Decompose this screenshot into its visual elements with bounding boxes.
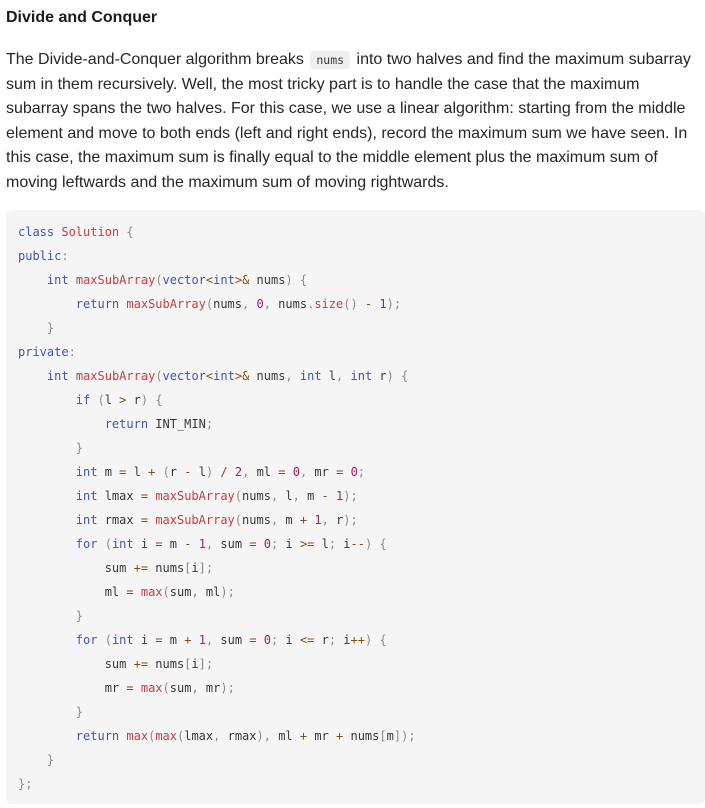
code-line: if (l > r) { (75, 393, 163, 407)
code-line: private: (18, 345, 76, 359)
code-line: int maxSubArray(vector<int>& nums) { (46, 273, 308, 287)
code-line: } (46, 321, 55, 335)
description-paragraph: The Divide-and-Conquer algorithm breaks … (6, 48, 701, 196)
code-line: ml = max(sum, ml); (18, 585, 235, 599)
code-line: } (46, 753, 55, 767)
code-line: class Solution { (18, 225, 134, 239)
code-line: } (75, 609, 84, 623)
code-line: mr = max(sum, mr); (18, 681, 235, 695)
code-line: for (int i = m + 1, sum = 0; i <= r; i++… (75, 633, 387, 647)
code-line: public: (18, 249, 69, 263)
code-line: } (75, 705, 84, 719)
code-line: return maxSubArray(nums, 0, nums.size() … (75, 297, 402, 311)
code-line: return INT_MIN; (104, 417, 214, 431)
code-line: sum += nums[i]; (18, 657, 214, 671)
code-line: int lmax = maxSubArray(nums, l, m - 1); (75, 489, 358, 503)
code-block: class Solution { public: int maxSubArray(… (6, 210, 705, 804)
code-line: sum += nums[i]; (18, 561, 214, 575)
code-line: int rmax = maxSubArray(nums, m + 1, r); (75, 513, 358, 527)
section-heading: Divide and Conquer (6, 9, 158, 26)
code-line: for (int i = m - 1, sum = 0; i >= l; i--… (75, 537, 387, 551)
code-line: return max(max(lmax, rmax), ml + mr + nu… (75, 729, 416, 743)
inline-code-nums: nums (310, 51, 351, 69)
code-line: } (75, 441, 84, 455)
code-line: int m = l + (r - l) / 2, ml = 0, mr = 0; (75, 465, 366, 479)
paragraph-text-after: into two halves and find the maximum sub… (6, 51, 691, 191)
code-line: int maxSubArray(vector<int>& nums, int l… (46, 369, 409, 383)
paragraph-text-before: The Divide-and-Conquer algorithm breaks (6, 51, 304, 68)
code-line: }; (18, 777, 33, 791)
